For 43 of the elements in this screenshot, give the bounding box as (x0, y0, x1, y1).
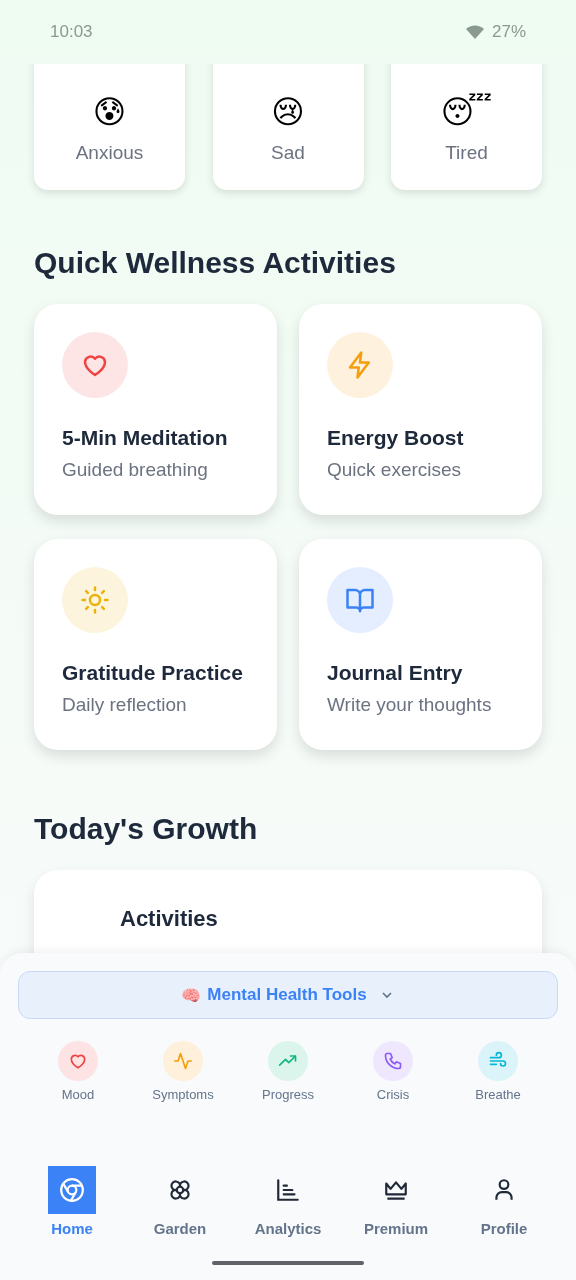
tool-button[interactable]: Crisis (351, 1041, 435, 1102)
activity-title: 5-Min Meditation (62, 425, 229, 451)
activity-card[interactable]: 5-Min Meditation Guided breathing (34, 304, 277, 515)
mood-card[interactable]: 😴 Tired (391, 64, 542, 190)
sun-icon (80, 585, 110, 615)
tool-button[interactable]: Mood (36, 1041, 120, 1102)
activity-subtitle: Write your thoughts (327, 694, 493, 716)
activity-title: Journal Entry (327, 660, 464, 686)
phone-icon (383, 1051, 403, 1071)
tool-button[interactable]: Symptoms (141, 1041, 225, 1102)
mood-label: Sad (271, 142, 305, 164)
tool-button[interactable]: Breathe (456, 1041, 540, 1102)
section-heading: Quick Wellness Activities (34, 246, 397, 280)
flower-icon (167, 1177, 193, 1203)
mood-label: Anxious (75, 142, 144, 164)
mood-emoji: 😢 (271, 96, 305, 128)
activity-card[interactable]: Gratitude Practice Daily reflection (34, 539, 277, 750)
mood-label: Tired (445, 142, 488, 164)
circle-logo-icon (59, 1177, 85, 1203)
activity-title: Gratitude Practice (62, 660, 244, 686)
status-time: 10:03 (50, 22, 93, 42)
nav-tab[interactable]: Garden (130, 1166, 230, 1237)
bar-chart-icon (275, 1177, 301, 1203)
tools-toggle-button[interactable]: 🧠 Mental Health Tools (18, 971, 558, 1019)
activity-card[interactable]: Energy Boost Quick exercises (299, 304, 542, 515)
wifi-icon (465, 25, 484, 39)
activity-title: Energy Boost (327, 425, 465, 451)
activity-card[interactable]: Journal Entry Write your thoughts (299, 539, 542, 750)
activity-subtitle: Daily reflection (62, 694, 188, 716)
mood-card[interactable]: 😰 Anxious (34, 64, 185, 190)
activity-subtitle: Guided breathing (62, 459, 209, 481)
nav-tab[interactable]: Profile (454, 1166, 554, 1237)
nav-tab[interactable]: Premium (346, 1166, 446, 1237)
nav-tab[interactable]: Home (22, 1166, 122, 1237)
battery-level: 27% (491, 22, 526, 42)
nav-tab[interactable]: Analytics (238, 1166, 338, 1237)
tool-button[interactable]: Progress (246, 1041, 330, 1102)
mood-card[interactable]: 😢 Sad (212, 64, 364, 190)
activity-subtitle: Quick exercises (327, 459, 463, 481)
section-heading: Today's Growth (34, 812, 259, 846)
pulse-icon (173, 1051, 193, 1071)
growth-label: Activities (120, 906, 218, 931)
mood-emoji: 😰 (92, 96, 127, 128)
